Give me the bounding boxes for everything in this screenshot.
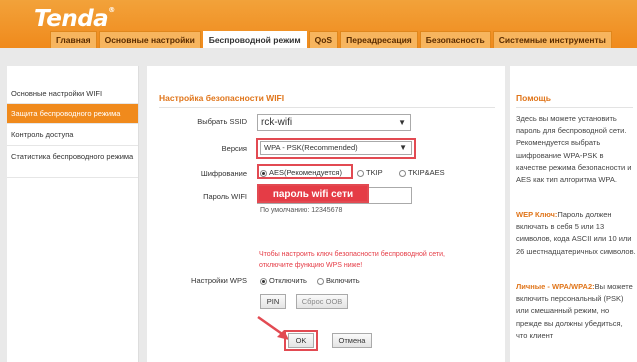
help-paragraph-wpa: Личные - WPA/WPA2:Вы можете включить пер… <box>516 282 633 340</box>
ok-button[interactable]: OK <box>288 333 314 348</box>
main-nav-tabs: Главная Основные настройки Беспроводной … <box>50 31 614 48</box>
reset-oob-button[interactable]: Сброс OOB <box>296 294 348 309</box>
tab-forwarding[interactable]: Переадресация <box>340 31 418 48</box>
wps-label: Настройки WPS <box>191 276 247 285</box>
tab-home[interactable]: Главная <box>50 31 97 48</box>
tab-basic-settings[interactable]: Основные настройки <box>98 31 201 48</box>
cipher-option-tkip[interactable]: TKIP <box>357 168 383 177</box>
wps-option-enable[interactable]: Включить <box>317 276 360 285</box>
main-panel: Настройка безопасности WIFI Выбрать SSID… <box>147 66 505 362</box>
chevron-down-icon: ▼ <box>398 118 406 127</box>
sidebar-item-access-control[interactable]: Контроль доступа <box>7 124 138 146</box>
password-label: Пароль WIFI <box>203 192 247 201</box>
sidebar-item-wifi-basic[interactable]: Основные настройки WIFI <box>7 84 138 104</box>
sidebar: Основные настройки WIFI Защита беспровод… <box>7 66 139 362</box>
wps-option-disable[interactable]: Отключить <box>260 276 307 285</box>
radio-icon <box>260 277 267 285</box>
version-select[interactable]: WPA - PSK(Recommended) ▼ <box>260 141 412 155</box>
radio-icon <box>317 277 324 285</box>
cipher-label: Шифрование <box>200 169 247 178</box>
help-paragraph-intro: Здесь вы можете установить пароль для бе… <box>516 114 632 185</box>
password-default-hint: По умолчанию: 12345678 <box>260 207 343 214</box>
sidebar-item-wireless-security[interactable]: Защита беспроводного режима <box>7 104 138 124</box>
section-title: Настройка безопасности WIFI <box>159 93 285 103</box>
help-title: Помощь <box>516 93 551 103</box>
ssid-select[interactable]: rck-wifi ▼ <box>257 114 411 131</box>
help-panel: Помощь Здесь вы можете установить пароль… <box>510 66 637 362</box>
top-header: Tenda® Главная Основные настройки Беспро… <box>0 0 637 48</box>
chevron-down-icon: ▼ <box>399 143 407 152</box>
help-paragraph-wep: WEP Ключ:Пароль должен включать в себя 5… <box>516 210 636 256</box>
version-label: Версия <box>221 144 247 153</box>
ssid-label: Выбрать SSID <box>197 117 247 126</box>
radio-icon <box>260 169 267 177</box>
wps-warning: Чтобы настроить ключ безопасности беспро… <box>259 251 445 269</box>
tab-security[interactable]: Безопасность <box>419 31 491 48</box>
cancel-button[interactable]: Отмена <box>332 333 372 348</box>
tenda-logo: Tenda® <box>34 6 115 32</box>
section-divider <box>159 107 495 108</box>
cipher-option-aes[interactable]: AES(Рекомендуется) <box>260 168 342 177</box>
help-divider <box>516 107 633 108</box>
tab-qos[interactable]: QoS <box>308 31 339 48</box>
sidebar-item-wireless-stats[interactable]: Статистика беспроводного режима <box>7 146 138 178</box>
radio-icon <box>357 169 364 177</box>
cipher-option-tkip-aes[interactable]: TKIP&AES <box>399 168 445 177</box>
tab-system-tools[interactable]: Системные инструменты <box>492 31 612 48</box>
pin-button[interactable]: PIN <box>260 294 286 309</box>
radio-icon <box>399 169 406 177</box>
password-annotation: пароль wifi сети <box>257 184 369 203</box>
tab-wireless[interactable]: Беспроводной режим <box>202 31 307 48</box>
